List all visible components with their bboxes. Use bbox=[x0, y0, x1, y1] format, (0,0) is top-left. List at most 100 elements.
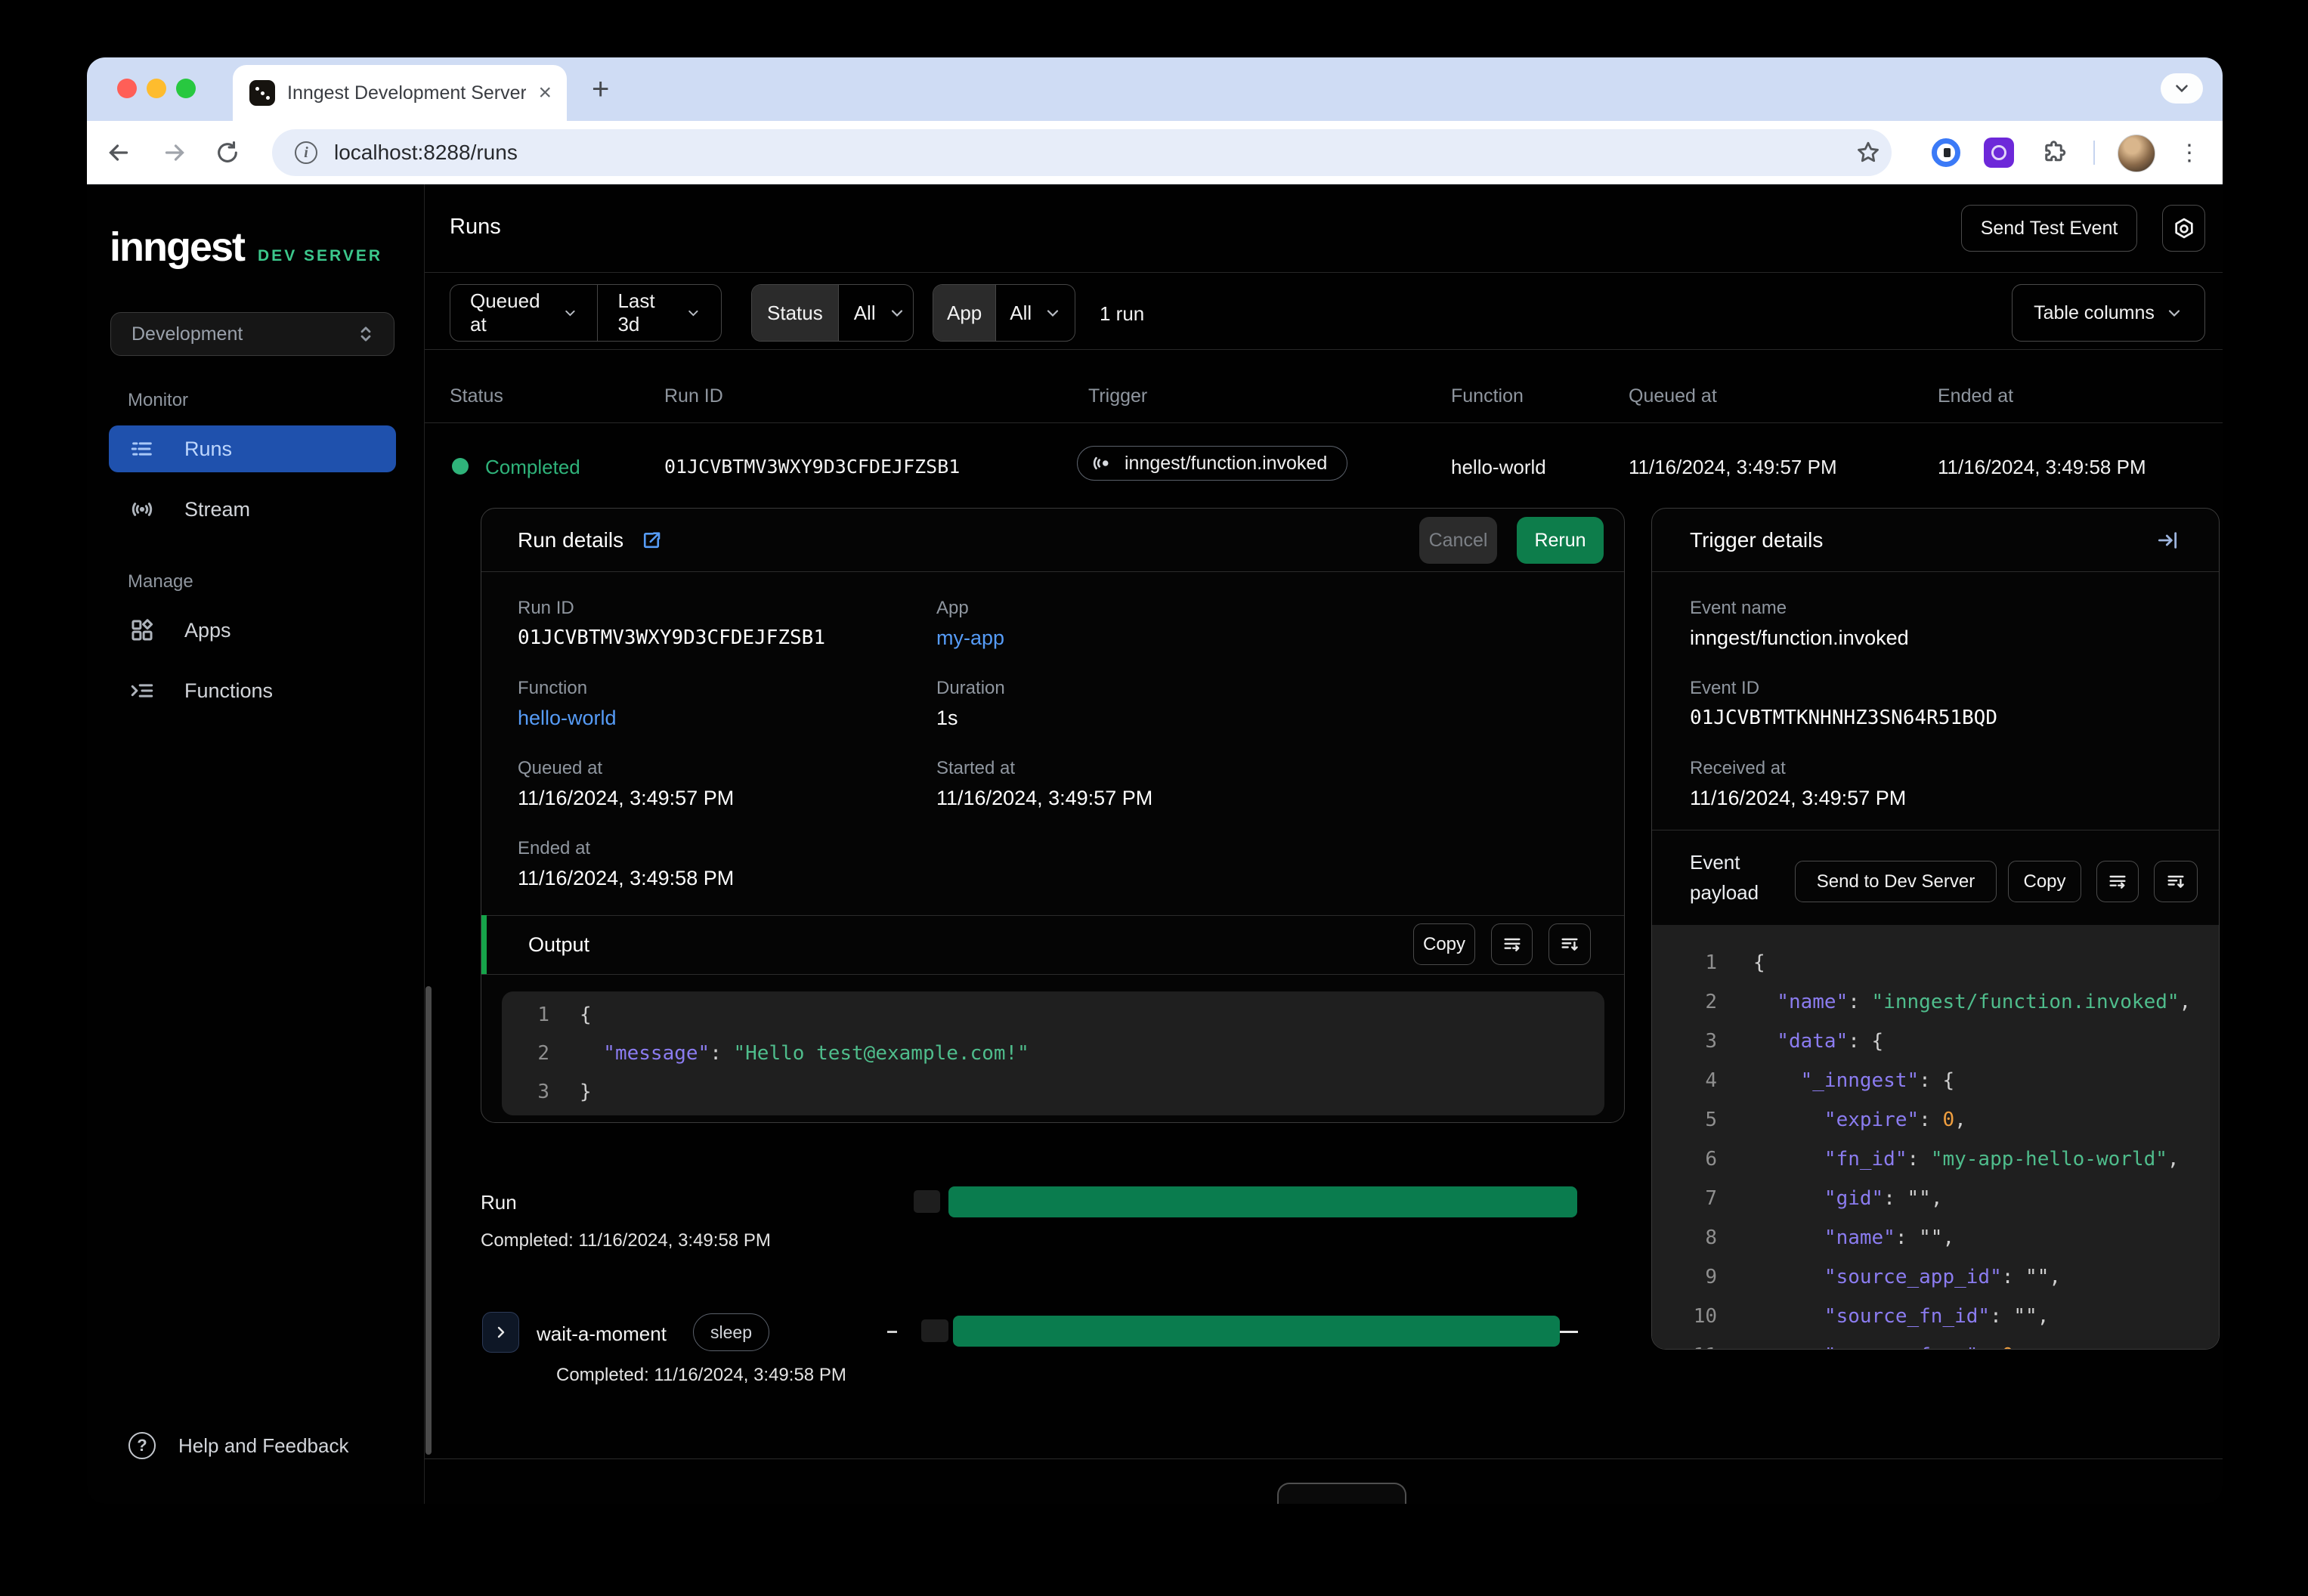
time-range-label: Last 3d bbox=[617, 289, 655, 336]
column-header-function[interactable]: Function bbox=[1451, 385, 1524, 407]
time-range-segment[interactable]: Last 3d bbox=[597, 285, 721, 341]
field-queued-at: Queued at 11/16/2024, 3:49:57 PM bbox=[518, 758, 734, 810]
maximize-window-button[interactable] bbox=[176, 79, 196, 98]
app-link[interactable]: my-app bbox=[936, 626, 1004, 650]
section-label-monitor: Monitor bbox=[128, 390, 189, 410]
status-filter-value: All bbox=[853, 301, 876, 324]
output-copy-button[interactable]: Copy bbox=[1413, 923, 1475, 965]
send-to-dev-server-button[interactable]: Send to Dev Server bbox=[1795, 861, 1997, 902]
help-and-feedback[interactable]: ? Help and Feedback bbox=[109, 1422, 348, 1469]
code-line: 2 "name": "inngest/function.invoked", bbox=[1687, 982, 2219, 1022]
partial-footer-button[interactable] bbox=[1277, 1483, 1406, 1504]
field-event-name: Event name inngest/function.invoked bbox=[1690, 598, 1909, 650]
reload-button[interactable] bbox=[212, 138, 243, 168]
status-filter[interactable]: Status All bbox=[751, 284, 914, 342]
run-details-header: Run details Cancel Rerun bbox=[481, 509, 1624, 572]
event-signal-icon bbox=[1093, 456, 1109, 470]
field-label: Event ID bbox=[1690, 678, 1760, 698]
status-filter-value-segment[interactable]: All bbox=[837, 285, 913, 341]
payload-copy-button[interactable]: Copy bbox=[2008, 861, 2081, 902]
sidebar-item-apps[interactable]: Apps bbox=[109, 607, 396, 654]
output-scroll-bottom-button[interactable] bbox=[1548, 923, 1591, 965]
sidebar-item-stream[interactable]: Stream bbox=[109, 486, 396, 533]
gear-icon bbox=[2174, 218, 2193, 239]
step-expand-button[interactable] bbox=[482, 1312, 519, 1353]
extensions-puzzle-button[interactable] bbox=[2040, 138, 2070, 168]
row-run-id[interactable]: 01JCVBTMV3WXY9D3CFDEJFZSB1 bbox=[664, 456, 960, 478]
vertical-scrollbar[interactable] bbox=[425, 986, 432, 1455]
row-ended-at: 11/16/2024, 3:49:58 PM bbox=[1938, 456, 2146, 478]
browser-tab[interactable]: Inngest Development Server × bbox=[233, 65, 567, 121]
code-line: 2 "message": "Hello test@example.com!" bbox=[534, 1034, 1604, 1072]
field-app: App my-app bbox=[936, 598, 1004, 650]
purple-extension-icon[interactable] bbox=[1984, 138, 2014, 168]
line-number: 7 bbox=[1705, 1187, 1717, 1210]
line-number: 1 bbox=[1705, 951, 1717, 974]
close-window-button[interactable] bbox=[117, 79, 137, 98]
forward-button[interactable] bbox=[159, 138, 190, 168]
sidebar-item-functions[interactable]: Functions bbox=[109, 667, 396, 714]
status-dot-completed bbox=[452, 458, 469, 475]
new-tab-button[interactable]: + bbox=[592, 74, 609, 104]
step-name: wait-a-moment bbox=[537, 1322, 667, 1345]
tab-search-button[interactable] bbox=[2161, 73, 2203, 104]
field-event-id: Event ID 01JCVBTMTKNHNHZ3SN64R51BQD bbox=[1690, 678, 1997, 729]
code-line: 3} bbox=[534, 1072, 1604, 1111]
json-punct: , bbox=[2049, 1266, 2062, 1288]
column-header-run-id[interactable]: Run ID bbox=[664, 385, 723, 407]
environment-select[interactable]: Development bbox=[110, 312, 394, 356]
app-filter-value-segment[interactable]: All bbox=[995, 285, 1075, 341]
step-duration-bar[interactable] bbox=[953, 1316, 1560, 1347]
browser-menu-button[interactable]: ⋮ bbox=[2174, 138, 2204, 168]
profile-avatar[interactable] bbox=[2118, 135, 2155, 172]
column-header-trigger[interactable]: Trigger bbox=[1088, 385, 1147, 407]
code-line: 5 "expire": 0, bbox=[1687, 1100, 2219, 1140]
payload-scroll-bottom-button[interactable] bbox=[2154, 861, 2198, 902]
minimize-window-button[interactable] bbox=[147, 79, 166, 98]
external-link-icon[interactable] bbox=[640, 529, 663, 552]
function-link[interactable]: hello-world bbox=[518, 707, 617, 730]
site-info-icon[interactable]: i bbox=[295, 141, 317, 164]
settings-button[interactable] bbox=[2162, 205, 2205, 252]
json-key: "name" bbox=[1753, 991, 1849, 1013]
column-header-ended-at[interactable]: Ended at bbox=[1938, 385, 2013, 407]
tab-close-icon[interactable]: × bbox=[538, 82, 552, 104]
payload-wrap-text-button[interactable] bbox=[2096, 861, 2139, 902]
url-bar[interactable]: i localhost:8288/runs bbox=[272, 129, 1892, 176]
line-number: 8 bbox=[1705, 1226, 1717, 1249]
table-columns-button[interactable]: Table columns bbox=[2012, 284, 2205, 342]
json-punct: , bbox=[2179, 991, 2192, 1013]
column-header-status[interactable]: Status bbox=[450, 385, 503, 407]
column-header-queued-at[interactable]: Queued at bbox=[1629, 385, 1717, 407]
line-number: 3 bbox=[1705, 1030, 1717, 1053]
bookmark-star-button[interactable] bbox=[1853, 138, 1883, 168]
sidebar-item-runs[interactable]: Runs bbox=[109, 425, 396, 472]
code-line: 1{ bbox=[534, 995, 1604, 1034]
password-manager-extension-icon[interactable] bbox=[1931, 138, 1961, 168]
inngest-logo: inngest bbox=[110, 224, 246, 270]
json-punct: : bbox=[1919, 1109, 1943, 1131]
time-field-filter[interactable]: Queued at Last 3d bbox=[450, 284, 722, 342]
output-wrap-text-button[interactable] bbox=[1491, 923, 1533, 965]
send-test-event-button[interactable]: Send Test Event bbox=[1961, 205, 2137, 252]
code-line: 4 "_inngest": { bbox=[1687, 1061, 2219, 1100]
rerun-button[interactable]: Rerun bbox=[1517, 517, 1604, 564]
field-value: inngest/function.invoked bbox=[1690, 626, 1909, 649]
dev-server-badge: DEV SERVER bbox=[258, 247, 383, 264]
payload-code-block[interactable]: 1{ 2 "name": "inngest/function.invoked",… bbox=[1652, 925, 2219, 1349]
collapse-panel-icon[interactable] bbox=[2155, 528, 2180, 552]
back-button[interactable] bbox=[104, 138, 134, 168]
arrow-left-icon bbox=[109, 144, 128, 161]
code-line: 10 "source_fn_id": "", bbox=[1687, 1297, 2219, 1336]
output-code-block[interactable]: 1{ 2 "message": "Hello test@example.com!… bbox=[502, 991, 1604, 1115]
code-line: 3 "data": { bbox=[1687, 1022, 2219, 1061]
app-filter[interactable]: App All bbox=[933, 284, 1075, 342]
field-value: 11/16/2024, 3:49:57 PM bbox=[936, 787, 1153, 809]
time-field-segment[interactable]: Queued at bbox=[450, 285, 597, 341]
field-label: App bbox=[936, 598, 969, 618]
run-duration-bar[interactable] bbox=[948, 1186, 1577, 1217]
line-number: 6 bbox=[1705, 1148, 1717, 1171]
cancel-button[interactable]: Cancel bbox=[1419, 517, 1497, 564]
row-trigger-pill[interactable]: inngest/function.invoked bbox=[1077, 446, 1348, 481]
json-key: "gid" bbox=[1753, 1187, 1884, 1210]
